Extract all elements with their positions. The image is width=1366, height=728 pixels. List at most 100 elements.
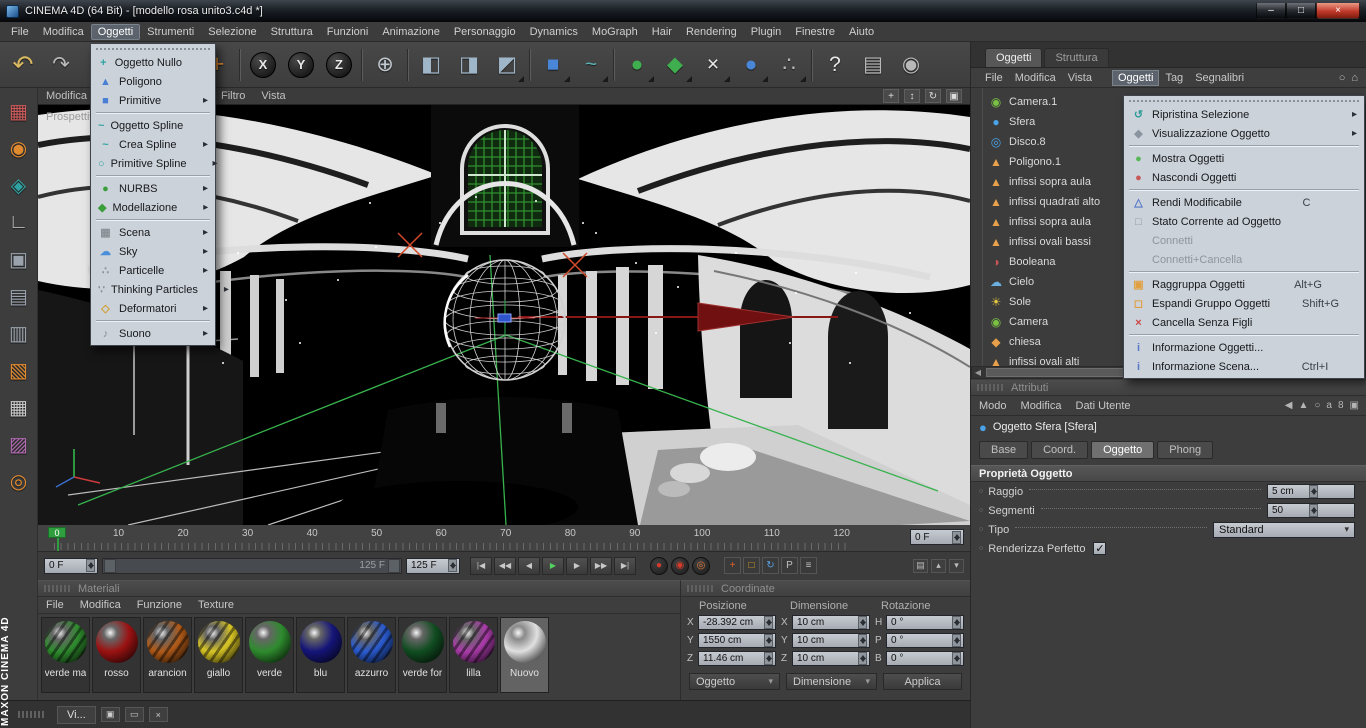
object-manager-menu-item[interactable]: Tag [1159, 70, 1189, 86]
menu-item[interactable]: i Informazione Oggetti... [1126, 338, 1362, 357]
coordinate-field[interactable]: 11.46 cm [698, 651, 776, 666]
menu-item[interactable]: ∵ Thinking Particles [93, 280, 213, 299]
spinner[interactable] [858, 634, 867, 647]
panel-grip-icon[interactable] [687, 585, 713, 592]
apply-button[interactable]: Applica [883, 673, 962, 690]
record-rotation-toggle[interactable]: ↻ [762, 557, 779, 574]
coordinate-field[interactable]: 0 ° [886, 615, 964, 630]
panel-grip-icon[interactable] [44, 585, 70, 592]
tearoff-handle[interactable] [1129, 98, 1359, 102]
coordinate-field[interactable]: -28.392 cm [698, 615, 776, 630]
end-frame-field[interactable]: 125 F [406, 557, 460, 574]
coordinate-system-button[interactable]: ⊕ [366, 46, 404, 84]
menubar-item[interactable]: Struttura [264, 24, 320, 40]
timeline-ruler[interactable]: 0 0102030405060708090100110120 0 F [38, 525, 970, 552]
prev-key-button[interactable]: ◀◀ [494, 556, 516, 575]
search-icon[interactable]: ○ [1314, 400, 1320, 411]
scroll-left-icon[interactable]: ◀ [972, 368, 984, 377]
material-swatch[interactable]: lilla [449, 617, 498, 693]
menubar-item[interactable]: Dynamics [523, 24, 585, 40]
primitives-dropdown[interactable]: ■ [534, 46, 572, 84]
menu-item[interactable]: × Cancella Senza Figli [1126, 313, 1362, 335]
material-swatch[interactable]: verde ma [41, 617, 90, 693]
texture-axis-icon[interactable]: ▨ [3, 429, 35, 459]
menu-item[interactable]: ~ Oggetto Spline [93, 116, 213, 135]
menu-item[interactable]: ◻ Espandi Gruppo Oggetti Shift+G [1126, 294, 1362, 313]
spinner[interactable] [86, 559, 95, 572]
minimize-panel-icon[interactable]: ▭ [124, 707, 144, 722]
coordinate-field[interactable]: 10 cm [792, 651, 870, 666]
docked-window-tab[interactable]: Vi... [57, 705, 96, 724]
tearoff-handle[interactable] [96, 46, 210, 50]
object-manager-menu-item[interactable]: Modifica [1009, 70, 1062, 86]
nurbs-dropdown[interactable]: ● [618, 46, 656, 84]
manager-tab[interactable]: Oggetti [985, 48, 1043, 67]
materials-menu-item[interactable]: File [46, 599, 64, 611]
timeline-expand-icon[interactable]: ▾ [949, 558, 964, 573]
coordinate-field[interactable]: 0 ° [886, 651, 964, 666]
menu-item[interactable]: ~ Crea Spline [93, 135, 213, 154]
coordinate-mode-select[interactable]: Oggetto [689, 673, 780, 690]
size-mode-select[interactable]: Dimensione [786, 673, 877, 690]
online-globe-button[interactable]: ◉ [892, 46, 930, 84]
object-axis-icon[interactable]: ▧ [3, 355, 35, 385]
attribute-tab[interactable]: Oggetto [1091, 441, 1155, 459]
aspect-lock-icon[interactable]: a [1326, 400, 1332, 411]
viewport-menu-item[interactable]: Filtro [221, 90, 245, 102]
menubar-item[interactable]: Hair [645, 24, 679, 40]
menubar-item[interactable]: Aiuto [842, 24, 881, 40]
menu-item[interactable]: ▣ Raggruppa Oggetti Alt+G [1126, 275, 1362, 294]
undo-button[interactable]: ↶ [4, 46, 42, 84]
lock-x-button[interactable]: X [244, 46, 282, 84]
menu-item[interactable]: ● Mostra Oggetti [1126, 149, 1362, 168]
search-icon[interactable]: ○ [1339, 72, 1346, 84]
menu-item[interactable]: Connetti [1126, 231, 1362, 250]
spinner[interactable] [952, 634, 961, 647]
home-icon[interactable]: ⌂ [1351, 72, 1358, 84]
material-swatch[interactable]: giallo [194, 617, 243, 693]
goto-end-button[interactable]: ▶| [614, 556, 636, 575]
material-swatch[interactable]: blu [296, 617, 345, 693]
toggle-view-icon[interactable]: ▣ [946, 89, 962, 103]
record-parameter-toggle[interactable]: P [781, 557, 798, 574]
material-swatch[interactable]: arancion [143, 617, 192, 693]
viewport-menu-item[interactable]: Vista [261, 90, 285, 102]
redo-button[interactable]: ↷ [42, 46, 80, 84]
spinner[interactable] [858, 616, 867, 629]
layout-icon[interactable]: ▣ [1350, 400, 1359, 411]
attributes-menu-item[interactable]: Modo [979, 400, 1007, 412]
menubar-item[interactable]: Strumenti [140, 24, 201, 40]
polygons-mode-icon[interactable]: ▥ [3, 318, 35, 348]
layout-palette-icon[interactable]: ▦ [3, 96, 35, 126]
spinner[interactable] [952, 530, 961, 544]
menubar-item[interactable]: Plugin [744, 24, 789, 40]
spinner[interactable] [448, 559, 457, 572]
spinner[interactable] [952, 616, 961, 629]
spinner[interactable] [858, 652, 867, 665]
menu-item[interactable]: ▲ Poligono [93, 72, 213, 91]
menu-item[interactable]: △ Rendi Modificabile C [1126, 193, 1362, 212]
snap-settings-icon[interactable]: ◎ [3, 466, 35, 496]
record-keyframe-button[interactable]: ● [650, 556, 668, 575]
viewport-menu-item[interactable]: Modifica [46, 90, 87, 102]
prev-frame-button[interactable]: ◀ [518, 556, 540, 575]
spinner[interactable] [764, 616, 773, 629]
menubar-item[interactable]: Selezione [201, 24, 263, 40]
model-mode-icon[interactable]: ◉ [3, 133, 35, 163]
material-swatch[interactable]: rosso [92, 617, 141, 693]
material-swatch[interactable]: verde [245, 617, 294, 693]
menu-item[interactable]: ∴ Particelle [93, 261, 213, 280]
keyframe-selection-button[interactable]: ◎ [692, 556, 710, 575]
segments-field[interactable]: 50 [1267, 503, 1355, 518]
object-manager-menu-item[interactable]: Vista [1062, 70, 1098, 86]
help-button[interactable]: ? [816, 46, 854, 84]
close-panel-icon[interactable]: × [148, 707, 168, 722]
attribute-tab[interactable]: Base [979, 441, 1029, 459]
goto-start-button[interactable]: |◀ [470, 556, 492, 575]
menu-item[interactable]: ↺ Ripristina Selezione [1126, 105, 1362, 124]
render-settings-button[interactable]: ◩ [488, 46, 526, 84]
deformers-dropdown[interactable]: ● [732, 46, 770, 84]
texture-tool-icon[interactable]: ◈ [3, 170, 35, 200]
menubar-item[interactable]: Finestre [788, 24, 842, 40]
menu-item[interactable]: ◆ Visualizzazione Oggetto [1126, 124, 1362, 146]
